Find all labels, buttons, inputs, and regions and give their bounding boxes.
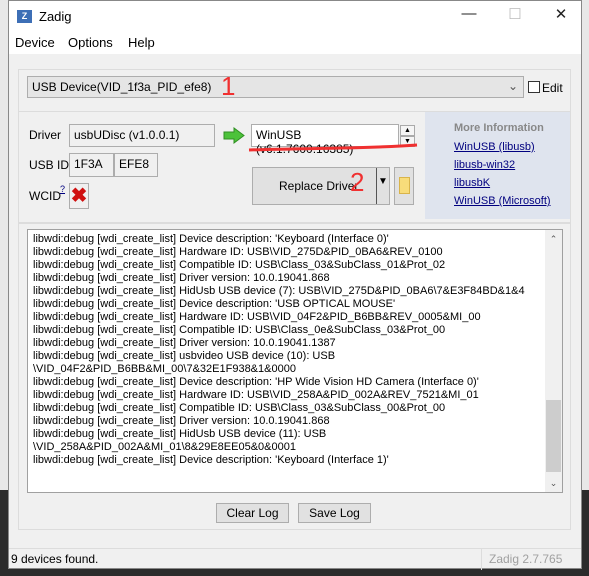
log-line: libwdi:debug [wdi_create_list] Compatibl… [33, 324, 446, 336]
link-libusbk[interactable]: libusbK [454, 177, 570, 189]
scroll-down-icon[interactable]: ⌄ [545, 478, 562, 489]
device-dropdown-value: USB Device(VID_1f3a_PID_efe8) [32, 80, 212, 94]
title-bar: Z Zadig — ☐ ✕ [9, 1, 581, 33]
current-driver-field: usbUDisc (v1.0.0.1) [69, 124, 215, 147]
annotation-2: 2 [350, 167, 365, 197]
log-textarea[interactable]: libwdi:debug [wdi_create_list] Device de… [27, 229, 563, 493]
scrollbar-thumb[interactable] [546, 400, 561, 472]
replace-driver-button[interactable]: Replace Driver ▼ [252, 167, 390, 205]
dropdown-arrow-icon[interactable]: ▼ [378, 176, 388, 187]
zadig-app-icon: Z [17, 10, 32, 23]
replace-driver-label: Replace Driver [279, 179, 359, 193]
menu-bar: Device Options Help [9, 33, 581, 54]
clear-log-button[interactable]: Clear Log [216, 503, 289, 523]
red-underline-annotation [248, 143, 418, 152]
green-arrow-icon [223, 127, 245, 144]
minimize-button[interactable]: — [449, 5, 489, 29]
red-x-icon: ✖ [69, 183, 89, 209]
log-scrollbar[interactable]: ⌃ ⌄ [545, 230, 562, 492]
maximize-button[interactable]: ☐ [495, 5, 535, 29]
log-line: libwdi:debug [wdi_create_list] Driver ve… [33, 415, 330, 427]
link-winusb-microsoft[interactable]: WinUSB (Microsoft) [454, 195, 570, 207]
scroll-up-icon[interactable]: ⌃ [545, 234, 562, 245]
log-line: libwdi:debug [wdi_create_list] Driver ve… [33, 272, 330, 284]
annotation-1: 1 [221, 71, 236, 101]
menu-device[interactable]: Device [15, 35, 55, 50]
wcid-help-link[interactable]: ? [60, 184, 65, 194]
menu-options[interactable]: Options [68, 35, 113, 50]
driver-label: Driver [29, 128, 61, 142]
menu-help[interactable]: Help [128, 35, 155, 50]
background-window [0, 0, 8, 490]
log-line: \VID_258A&PID_002A&MI_01\8&29E8EE05&0&00… [33, 441, 296, 453]
log-line: libwdi:debug [wdi_create_list] Compatibl… [33, 259, 446, 271]
link-libusb-win32[interactable]: libusb-win32 [454, 159, 570, 171]
more-info-panel: More Information WinUSB (libusb) libusb-… [425, 112, 570, 219]
version-label: Zadig 2.7.765 [489, 552, 563, 566]
zadig-window: Z Zadig — ☐ ✕ Device Options Help USB De… [8, 0, 582, 570]
log-line: libwdi:debug [wdi_create_list] Device de… [33, 454, 389, 466]
log-line: libwdi:debug [wdi_create_list] Compatibl… [33, 402, 446, 414]
log-line: libwdi:debug [wdi_create_list] Driver ve… [33, 337, 336, 349]
spinner-up-icon[interactable]: ▲ [400, 125, 415, 136]
edit-checkbox[interactable] [528, 81, 540, 93]
usb-vid-field: 1F3A [69, 153, 114, 177]
folder-button[interactable] [394, 167, 414, 205]
link-winusb-libusb[interactable]: WinUSB (libusb) [454, 141, 570, 153]
device-dropdown[interactable]: USB Device(VID_1f3a_PID_efe8) ⌄ [27, 76, 524, 98]
window-title: Zadig [39, 9, 72, 24]
log-line: libwdi:debug [wdi_create_list] usbvideo … [33, 350, 336, 362]
close-button[interactable]: ✕ [541, 5, 581, 29]
status-message: 9 devices found. [11, 552, 99, 566]
log-line: libwdi:debug [wdi_create_list] Hardware … [33, 246, 443, 258]
save-log-button[interactable]: Save Log [298, 503, 371, 523]
wcid-label: WCID [29, 189, 61, 203]
status-bar: 9 devices found. Zadig 2.7.765 [9, 548, 581, 570]
log-line: libwdi:debug [wdi_create_list] Device de… [33, 233, 389, 245]
edit-label: Edit [542, 81, 563, 95]
background-window [582, 0, 589, 490]
log-line: libwdi:debug [wdi_create_list] HidUsb US… [33, 285, 525, 297]
usb-pid-field: EFE8 [114, 153, 158, 177]
more-info-title: More Information [454, 122, 544, 134]
log-line: libwdi:debug [wdi_create_list] Device de… [33, 298, 396, 310]
log-line: libwdi:debug [wdi_create_list] Hardware … [33, 389, 479, 401]
folder-icon [398, 177, 410, 194]
log-line: libwdi:debug [wdi_create_list] HidUsb US… [33, 428, 327, 440]
log-line: libwdi:debug [wdi_create_list] Hardware … [33, 311, 481, 323]
log-line: libwdi:debug [wdi_create_list] Device de… [33, 376, 479, 388]
chevron-down-icon: ⌄ [507, 79, 518, 93]
log-line: \VID_04F2&PID_B6BB&MI_00\7&32E1F938&1&00… [33, 363, 296, 375]
usb-id-label: USB ID [29, 158, 70, 172]
